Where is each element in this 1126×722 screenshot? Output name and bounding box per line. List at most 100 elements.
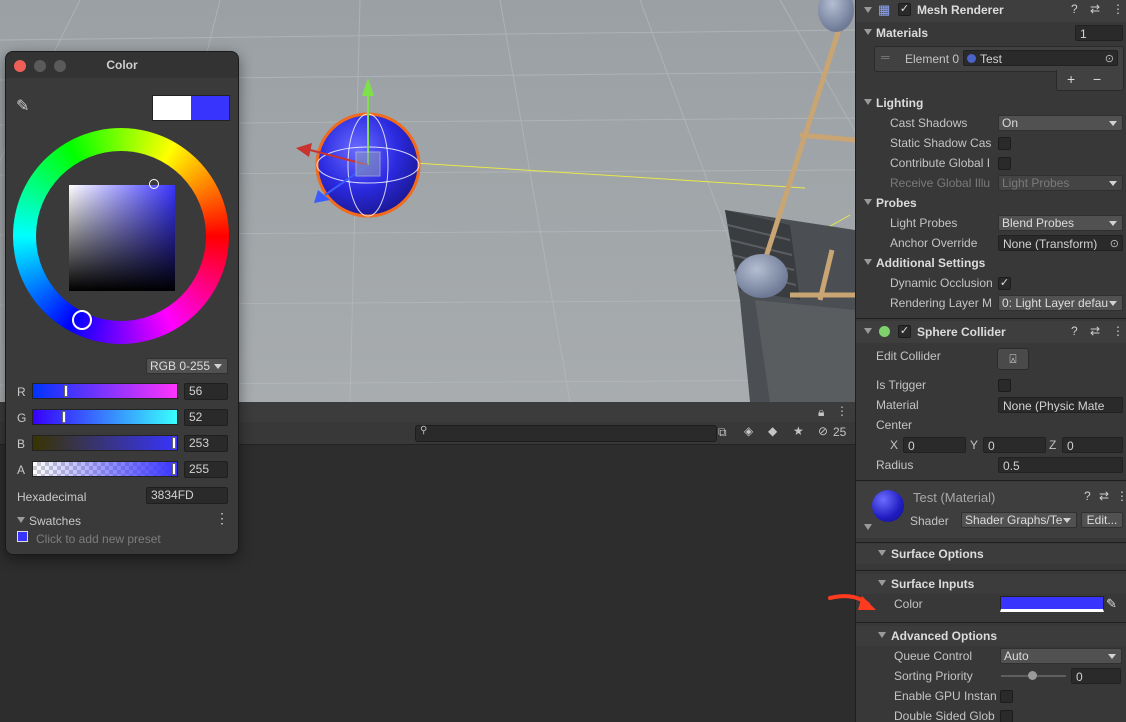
surface-inputs-label: Surface Inputs	[891, 577, 975, 591]
favorite-star-icon[interactable]: ★	[793, 424, 804, 438]
g-slider[interactable]	[32, 409, 178, 425]
rendering-layer-dropdown[interactable]: 0: Light Layer defau	[998, 295, 1123, 311]
object-picker-icon[interactable]: ⊙	[1105, 51, 1114, 65]
component-menu-icon[interactable]: ⋮	[1112, 2, 1124, 16]
hidden-eye-icon[interactable]: ⊘	[818, 424, 828, 438]
component-menu-icon[interactable]: ⋮	[1116, 489, 1126, 503]
material-foldout-arrow[interactable]	[864, 524, 872, 530]
material-sphere-icon	[967, 54, 976, 63]
materials-row[interactable]: Materials 1	[856, 23, 1126, 43]
presets-icon[interactable]: ⇄	[1090, 324, 1100, 338]
help-icon[interactable]: ?	[1071, 2, 1078, 16]
add-element-button[interactable]: +	[1067, 71, 1075, 87]
color-eyedropper-icon[interactable]: ✎	[1106, 596, 1117, 612]
swatches-menu-icon[interactable]: ⋮	[215, 510, 229, 527]
contribute-gi-checkbox[interactable]	[998, 157, 1011, 170]
center-x-field[interactable]: 0	[903, 437, 966, 453]
b-value-field[interactable]: 253	[184, 435, 228, 452]
search-by-type-icon[interactable]: ⧉	[718, 425, 727, 440]
remove-element-button[interactable]: −	[1093, 71, 1101, 87]
a-slider[interactable]	[32, 461, 178, 477]
divider	[856, 318, 1126, 319]
swatch-preset[interactable]	[17, 531, 28, 542]
dynamic-occlusion-checkbox[interactable]: ✓	[998, 277, 1011, 290]
anchor-picker-icon[interactable]: ⊙	[1109, 236, 1119, 250]
r-value-field[interactable]: 56	[184, 383, 228, 400]
receive-gi-label: Receive Global Illu	[890, 176, 991, 190]
cast-shadows-dropdown[interactable]: On	[998, 115, 1123, 131]
previous-color-swatch[interactable]	[153, 96, 191, 120]
is-trigger-checkbox[interactable]	[998, 379, 1011, 392]
presets-icon[interactable]: ⇄	[1099, 489, 1109, 503]
eyedropper-icon[interactable]: ✎	[16, 96, 29, 116]
sorting-priority-knob[interactable]	[1028, 671, 1037, 680]
sorting-priority-field[interactable]: 0	[1071, 668, 1121, 684]
picker-title-bar[interactable]: Color	[6, 52, 238, 78]
sphere-collider-title: Sphere Collider	[917, 325, 1006, 339]
component-menu-icon[interactable]: ⋮	[1112, 324, 1124, 338]
light-probes-dropdown[interactable]: Blend Probes	[998, 215, 1123, 231]
element-material-value: Test	[980, 52, 1003, 66]
queue-control-label: Queue Control	[894, 649, 973, 663]
presets-icon[interactable]: ⇄	[1090, 2, 1100, 16]
lighting-foldout[interactable]: Lighting	[856, 93, 1126, 113]
hex-value-field[interactable]: 3834FD	[146, 487, 228, 504]
probes-foldout[interactable]: Probes	[856, 193, 1126, 213]
queue-control-dropdown[interactable]: Auto	[1000, 648, 1122, 664]
edit-bounds-icon: ⍓	[1009, 352, 1017, 366]
collider-material-field[interactable]: None (Physic Mate	[998, 397, 1123, 413]
swatches-foldout-arrow[interactable]	[17, 517, 25, 523]
hidden-count: 25	[833, 425, 847, 439]
shader-dropdown[interactable]: Shader Graphs/Te	[961, 512, 1077, 528]
sphere-collider-enabled-checkbox[interactable]: ✓	[898, 325, 911, 338]
foldout-arrow[interactable]	[864, 328, 872, 334]
color-field[interactable]	[1000, 596, 1104, 612]
additional-settings-foldout[interactable]: Additional Settings	[856, 253, 1126, 273]
center-xyz-row: X 0 Y 0 Z 0	[856, 435, 1126, 455]
lock-icon[interactable]: 🔒︎	[818, 405, 824, 420]
b-slider[interactable]	[32, 435, 178, 451]
anchor-override-row: Anchor Override None (Transform) ⊙	[856, 233, 1126, 253]
gpu-instancing-checkbox[interactable]	[1000, 690, 1013, 703]
mesh-renderer-enabled-checkbox[interactable]: ✓	[898, 3, 911, 16]
center-z-field[interactable]: 0	[1062, 437, 1123, 453]
surface-options-foldout[interactable]: Surface Options	[856, 544, 1126, 564]
edit-collider-button[interactable]: ⍓	[997, 348, 1029, 370]
hue-handle[interactable]	[72, 310, 92, 330]
material-header[interactable]: Test (Material) ? ⇄ ⋮ Shader Shader Grap…	[856, 482, 1126, 538]
r-slider[interactable]	[32, 383, 178, 399]
hex-label: Hexadecimal	[17, 490, 87, 504]
help-icon[interactable]: ?	[1071, 324, 1078, 338]
help-icon[interactable]: ?	[1084, 489, 1091, 503]
materials-count-field[interactable]: 1	[1075, 25, 1123, 41]
radius-field[interactable]: 0.5	[998, 457, 1123, 473]
mesh-renderer-header[interactable]: ▦ ✓ Mesh Renderer ? ⇄ ⋮	[856, 0, 1126, 22]
double-sided-gi-checkbox[interactable]	[1000, 710, 1013, 722]
element-material-field[interactable]: Test ⊙	[963, 50, 1118, 66]
swatch-hint[interactable]: Click to add new preset	[36, 532, 161, 546]
list-buttons: + −	[1056, 70, 1124, 91]
probes-label: Probes	[876, 196, 917, 210]
shader-edit-button[interactable]: Edit...	[1081, 512, 1123, 528]
anchor-override-field[interactable]: None (Transform) ⊙	[998, 235, 1123, 251]
center-y-field[interactable]: 0	[983, 437, 1046, 453]
saturation-value-square[interactable]	[69, 185, 175, 291]
picker-title: Color	[106, 58, 138, 72]
foldout-arrow[interactable]	[864, 7, 872, 13]
filter-type-icon[interactable]: ◈	[744, 424, 753, 438]
a-value-field[interactable]: 255	[184, 461, 228, 478]
sphere-collider-icon	[879, 326, 890, 337]
advanced-options-foldout[interactable]: Advanced Options	[856, 626, 1126, 646]
g-value-field[interactable]: 52	[184, 409, 228, 426]
sv-handle[interactable]	[149, 179, 159, 189]
search-input[interactable]: ⚲	[415, 425, 717, 442]
hue-wheel[interactable]	[13, 128, 229, 344]
surface-inputs-foldout[interactable]: Surface Inputs	[856, 574, 1126, 594]
label-tag-icon[interactable]: ◆	[768, 424, 777, 438]
sphere-collider-header[interactable]: ✓ Sphere Collider ? ⇄ ⋮	[856, 321, 1126, 343]
drag-handle-icon[interactable]: ═	[881, 50, 890, 64]
swatches-label[interactable]: Swatches	[29, 514, 81, 528]
static-shadow-checkbox[interactable]	[998, 137, 1011, 150]
more-menu-icon[interactable]: ⋮	[836, 404, 848, 418]
color-mode-dropdown[interactable]: RGB 0-255	[146, 358, 228, 374]
